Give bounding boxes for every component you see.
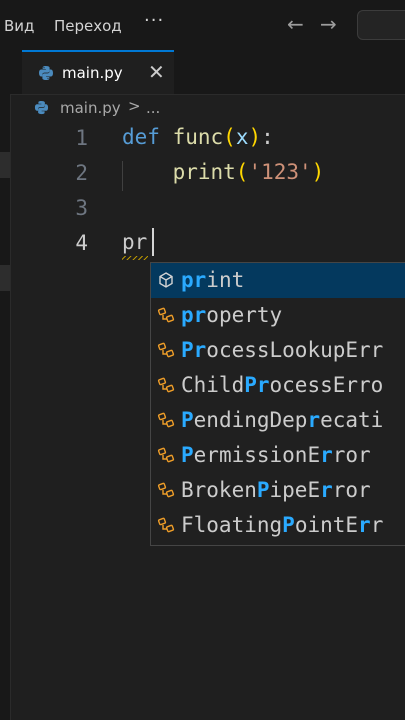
python-file-icon <box>34 100 49 115</box>
editor-tab-bar: main.py ✕ <box>10 50 405 95</box>
suggestion-label: PermissionError <box>181 443 371 467</box>
chevron-right-icon: > <box>128 97 141 115</box>
breadcrumb-file[interactable]: main.py <box>60 99 121 117</box>
suggestion-item[interactable]: ChildProcessErro <box>151 368 405 403</box>
suggestion-item[interactable]: BrokenPipeError <box>151 473 405 508</box>
suggestion-item[interactable]: FloatingPointErr <box>151 508 405 543</box>
suggestion-label: property <box>181 303 283 327</box>
more-menu-button[interactable]: ··· <box>144 10 164 31</box>
suggestion-label: ProcessLookupErr <box>181 338 384 362</box>
suggest-widget[interactable]: print property ProcessLookupErr ChildPro… <box>150 262 405 546</box>
suggestion-item[interactable]: PendingDeprecati <box>151 403 405 438</box>
suggestion-item[interactable]: property <box>151 298 405 333</box>
warning-squiggle <box>122 256 148 260</box>
suggestion-item[interactable]: print <box>151 263 405 298</box>
forward-arrow-icon[interactable]: → <box>320 12 337 36</box>
class-icon <box>157 307 175 323</box>
suggestion-label: PendingDeprecati <box>181 408 384 432</box>
suggestion-item[interactable]: ProcessLookupErr <box>151 333 405 368</box>
back-arrow-icon[interactable]: ← <box>287 12 304 36</box>
suggestion-label: FloatingPointErr <box>181 513 384 537</box>
code-line-active[interactable]: 4 pr <box>0 227 405 261</box>
python-file-icon <box>39 66 53 80</box>
class-icon <box>157 517 175 533</box>
class-icon <box>157 342 175 358</box>
line-number: 2 <box>75 161 88 185</box>
title-bar: Вид Переход ··· ← → <box>0 0 405 50</box>
suggestion-label: BrokenPipeError <box>181 478 371 502</box>
menu-view[interactable]: Вид <box>4 17 34 35</box>
class-icon <box>157 447 175 463</box>
code-text[interactable]: def func(x): <box>122 125 274 149</box>
tab-main-py[interactable]: main.py ✕ <box>22 50 174 94</box>
code-line[interactable]: 3 <box>0 192 405 226</box>
suggestion-label: print <box>181 268 245 292</box>
line-number: 3 <box>75 196 88 220</box>
code-line[interactable]: 2 print('123') <box>0 157 405 191</box>
indent-guide <box>122 161 123 191</box>
breadcrumb-symbols[interactable]: ... <box>146 99 160 117</box>
line-number: 4 <box>75 231 88 255</box>
suggestion-item[interactable]: PermissionError <box>151 438 405 473</box>
code-text[interactable]: print('123') <box>122 160 325 184</box>
activity-indicator[interactable] <box>0 265 10 291</box>
close-icon[interactable]: ✕ <box>148 60 165 84</box>
suggestion-label: ChildProcessErro <box>181 373 384 397</box>
breadcrumb: main.py > ... <box>10 95 405 121</box>
text-cursor <box>152 228 154 256</box>
method-cube-icon <box>159 272 173 288</box>
code-line[interactable]: 1 def func(x): <box>0 122 405 156</box>
menu-go[interactable]: Переход <box>54 17 122 35</box>
tab-label: main.py <box>62 64 123 82</box>
class-icon <box>157 482 175 498</box>
class-icon <box>157 377 175 393</box>
class-icon <box>157 412 175 428</box>
command-center-search[interactable] <box>357 10 405 40</box>
line-number: 1 <box>75 126 88 150</box>
code-text[interactable]: pr <box>122 230 147 254</box>
